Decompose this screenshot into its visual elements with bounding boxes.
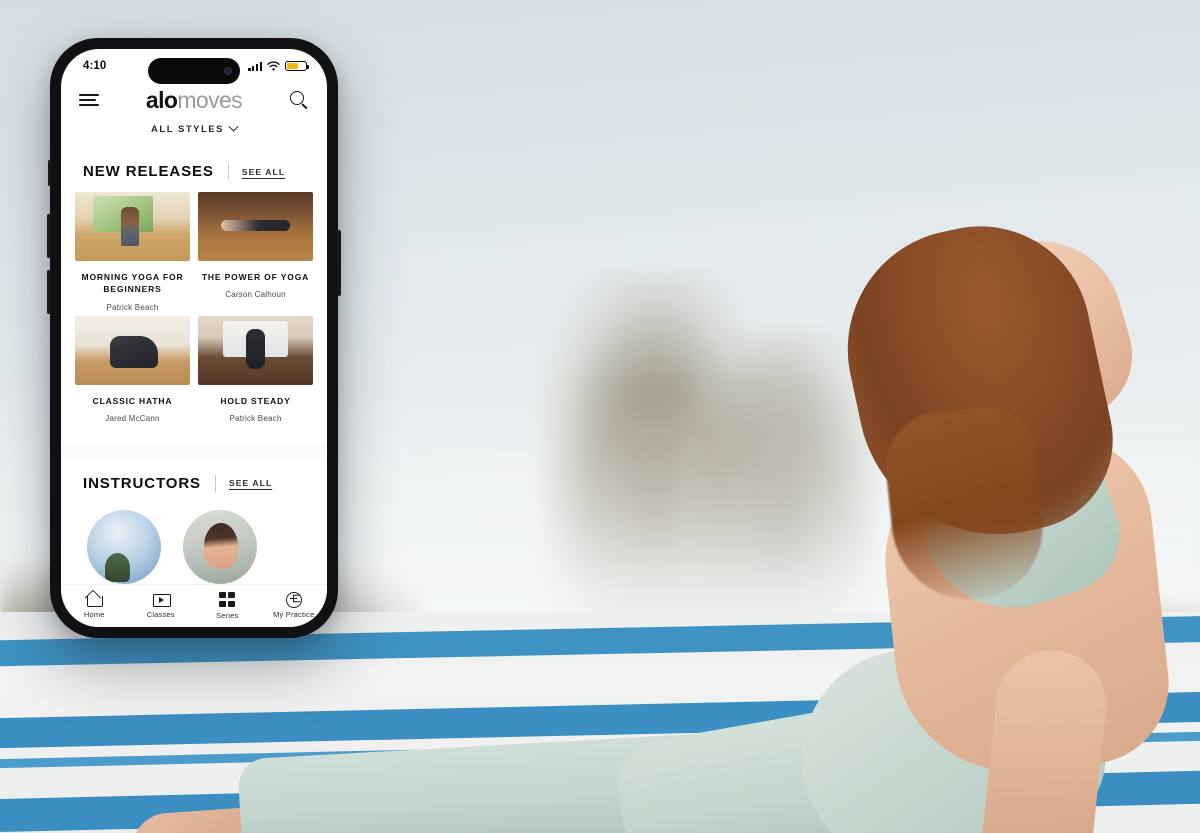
class-thumbnail xyxy=(75,315,190,385)
tab-label: Home xyxy=(83,610,105,619)
class-title: THE POWER OF YOGA xyxy=(201,272,310,282)
class-thumbnail xyxy=(198,315,313,385)
app-header: alomoves xyxy=(61,79,327,115)
class-instructor: Carson Calhoun xyxy=(225,290,286,300)
all-styles-filter[interactable]: ALL STYLES xyxy=(61,115,327,139)
new-releases-grid: MORNING YOGA FOR BEGINNERS Patrick Beach… xyxy=(61,192,327,423)
class-card[interactable]: MORNING YOGA FOR BEGINNERS Patrick Beach xyxy=(75,192,190,312)
tab-series[interactable]: Series xyxy=(194,591,261,620)
class-title: MORNING YOGA FOR BEGINNERS xyxy=(81,272,184,295)
logo-moves: moves xyxy=(177,86,243,113)
new-releases-header: NEW RELEASES SEE ALL xyxy=(61,145,327,192)
video-play-icon xyxy=(152,591,171,607)
class-instructor: Patrick Beach xyxy=(106,302,159,312)
wifi-icon xyxy=(267,61,280,71)
class-instructor: Patrick Beach xyxy=(229,413,282,423)
logo-alo: alo xyxy=(145,86,178,113)
status-bar-clock: 4:10 xyxy=(83,60,107,72)
divider xyxy=(214,474,216,492)
power-button[interactable] xyxy=(337,230,341,296)
tab-classes[interactable]: Classes xyxy=(128,591,195,619)
class-card[interactable]: THE POWER OF YOGA Carson Calhoun xyxy=(198,192,313,312)
avatar[interactable] xyxy=(183,509,257,584)
silent-switch[interactable] xyxy=(48,160,51,186)
tab-label: My Practice xyxy=(273,610,315,619)
hamburger-menu-icon[interactable] xyxy=(79,94,99,106)
content-scroll-area[interactable]: NEW RELEASES SEE ALL MORNING YOGA FOR BE… xyxy=(61,145,327,627)
dynamic-island xyxy=(148,58,240,84)
class-instructor: Jared McCann xyxy=(105,413,160,423)
section-title: INSTRUCTORS xyxy=(83,474,201,492)
tab-label: Classes xyxy=(146,610,175,619)
plus-circle-icon xyxy=(285,591,303,608)
front-camera xyxy=(224,67,232,75)
bottom-tab-bar: Home Classes Series My Practice xyxy=(61,585,327,627)
class-thumbnail xyxy=(75,192,190,261)
section-separator xyxy=(61,444,327,457)
class-card[interactable]: CLASSIC HATHA Jared McCann xyxy=(75,315,190,423)
status-bar: 4:10 xyxy=(61,49,327,84)
volume-up-button[interactable] xyxy=(47,214,51,258)
search-icon[interactable] xyxy=(289,90,309,110)
app-logo: alomoves xyxy=(145,86,243,113)
phone-mockup: 4:10 alomoves ALL STYLES NEW RELEASES SE… xyxy=(47,38,341,638)
see-all-new-releases[interactable]: SEE ALL xyxy=(242,167,285,177)
all-styles-label: ALL STYLES xyxy=(151,124,224,135)
class-thumbnail xyxy=(198,192,313,261)
section-title: NEW RELEASES xyxy=(83,163,214,180)
avatar[interactable] xyxy=(87,509,161,584)
battery-icon xyxy=(285,60,310,72)
tab-my-practice[interactable]: My Practice xyxy=(261,591,328,619)
cellular-bars-icon xyxy=(248,61,262,71)
phone-screen: 4:10 alomoves ALL STYLES NEW RELEASES SE… xyxy=(61,49,327,627)
see-all-instructors[interactable]: SEE ALL xyxy=(229,478,272,488)
tab-label: Series xyxy=(216,611,239,620)
chevron-down-icon xyxy=(228,121,239,132)
class-title: HOLD STEADY xyxy=(220,395,291,406)
home-icon xyxy=(85,591,104,607)
instructor-avatars xyxy=(61,504,327,584)
instructors-header: INSTRUCTORS SEE ALL xyxy=(61,457,327,504)
class-title: CLASSIC HATHA xyxy=(92,395,173,406)
tab-home[interactable]: Home xyxy=(61,591,128,619)
grid-icon xyxy=(218,592,236,607)
volume-down-button[interactable] xyxy=(47,270,51,314)
class-card[interactable]: HOLD STEADY Patrick Beach xyxy=(198,315,313,423)
divider xyxy=(227,163,229,180)
